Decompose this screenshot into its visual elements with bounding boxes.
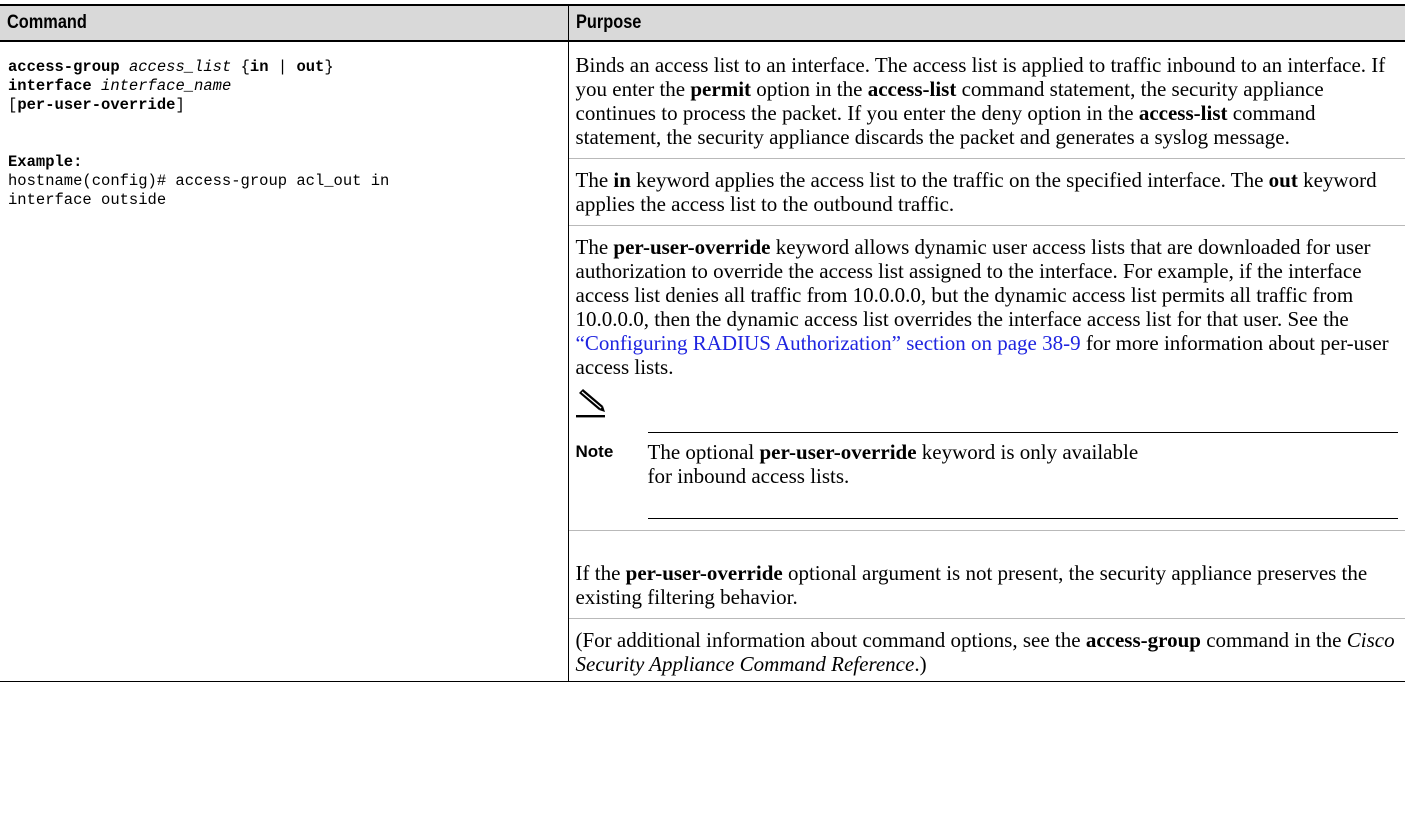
brace-close: }: [324, 58, 334, 76]
note-rule-top: [647, 432, 1398, 433]
keyword-in: in: [249, 58, 269, 76]
bracket-open: [: [8, 96, 18, 114]
bold-per-user-override-2: per-user-override: [625, 561, 783, 585]
note-rule-bottom: [647, 518, 1398, 519]
pencil-note-icon: [575, 389, 605, 418]
bold-per-user-override-note: per-user-override: [759, 440, 917, 464]
purpose-paragraph-5: (For additional information about comman…: [575, 628, 1395, 676]
syntax-line-2: interface interface_name: [8, 77, 560, 96]
header-command-label: Command: [7, 12, 87, 33]
purpose-cell: Binds an access list to an interface. Th…: [568, 41, 1405, 682]
purpose-paragraph-3: The per-user-override keyword allows dyn…: [575, 235, 1389, 379]
example-line-1: hostname(config)# access-group acl_out i…: [8, 172, 390, 190]
bold-access-group: access-group: [1085, 628, 1201, 652]
radius-authorization-link[interactable]: “Configuring RADIUS Authorization” secti…: [576, 331, 1081, 355]
keyword-interface: interface: [8, 77, 92, 95]
example-line-2: interface outside: [8, 191, 167, 209]
purpose-paragraph-4: If the per-user-override optional argume…: [575, 561, 1368, 609]
syntax-line-1: access-group access_list {in | out}: [8, 58, 560, 77]
header-purpose-label: Purpose: [575, 12, 641, 33]
keyword-per-user-override: per-user-override: [17, 96, 176, 114]
bold-per-user-override: per-user-override: [613, 235, 771, 259]
note-label: Note: [575, 442, 614, 461]
command-purpose-table: Command Purpose access-group access_list…: [0, 4, 1405, 682]
bold-access-list-2: access-list: [1138, 101, 1228, 125]
keyword-access-group: access-group: [8, 58, 120, 76]
note-block: Note The optional per-user-override keyw…: [568, 380, 1405, 531]
table-row: access-group access_list {in | out} inte…: [0, 41, 1405, 682]
bold-access-list: access-list: [867, 77, 957, 101]
bold-out: out: [1268, 168, 1298, 192]
bold-permit: permit: [690, 77, 752, 101]
bold-in: in: [613, 168, 631, 192]
purpose-paragraph-2: The in keyword applies the access list t…: [575, 168, 1377, 216]
pipe-separator: |: [277, 58, 288, 76]
arg-interface-name: interface_name: [101, 77, 232, 95]
brace-open: {: [240, 58, 250, 76]
header-purpose: Purpose: [568, 4, 1405, 42]
command-cell: access-group access_list {in | out} inte…: [0, 41, 569, 682]
note-text: The optional per-user-override keyword i…: [647, 440, 1139, 488]
bracket-close: ]: [175, 96, 185, 114]
example-label: Example:: [8, 153, 83, 171]
purpose-paragraph-1: Binds an access list to an interface. Th…: [575, 53, 1386, 149]
syntax-line-3: [per-user-override]: [8, 96, 560, 115]
header-command: Command: [0, 4, 569, 42]
keyword-out: out: [296, 58, 325, 76]
arg-access-list: access_list: [128, 58, 232, 76]
table-header-row: Command Purpose: [0, 4, 1405, 42]
command-syntax: access-group access_list {in | out} inte…: [8, 58, 560, 210]
